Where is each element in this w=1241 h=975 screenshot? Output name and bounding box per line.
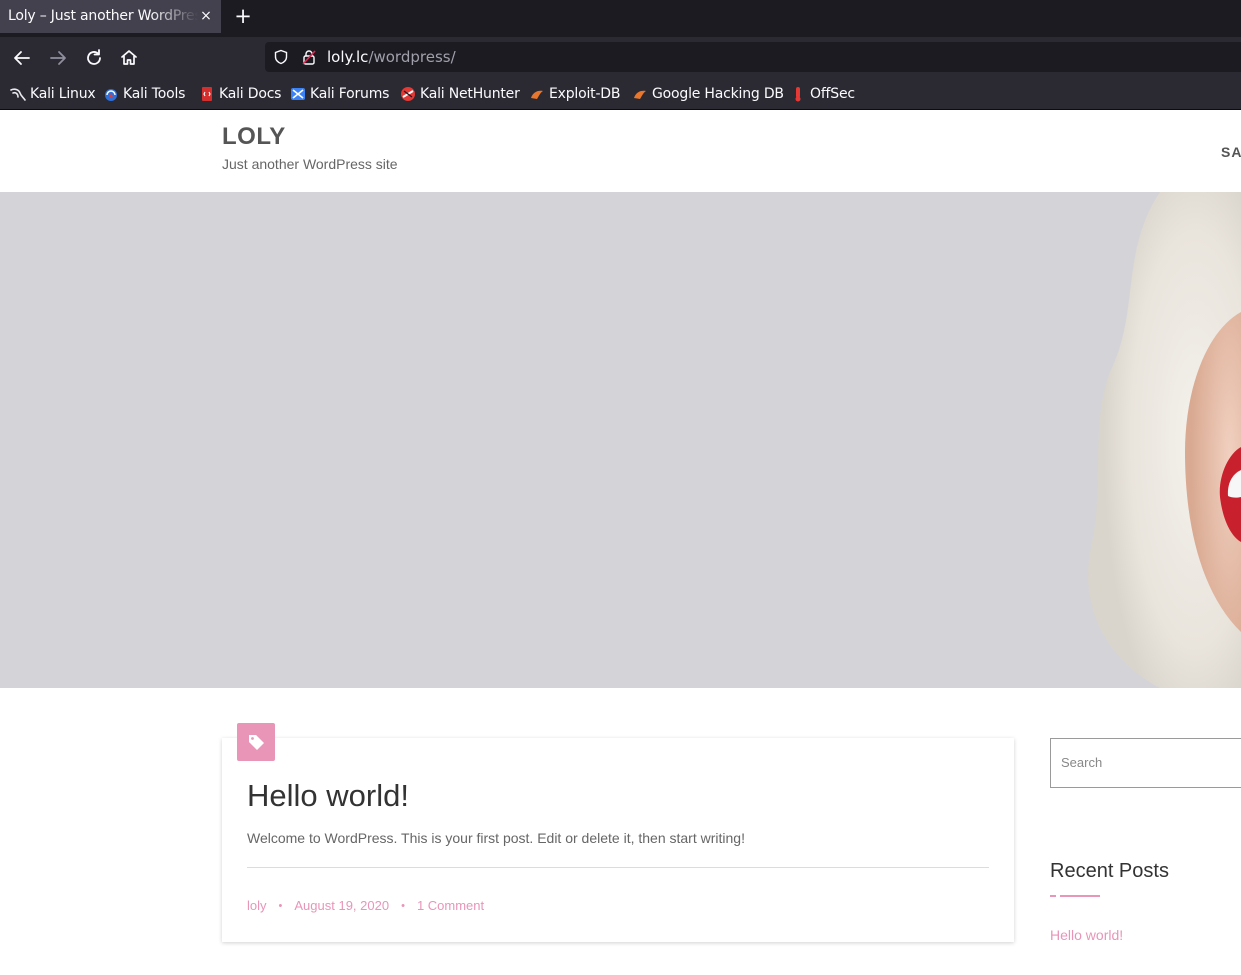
site-title[interactable]: LOLY <box>222 123 286 151</box>
nethunter-icon <box>401 87 415 101</box>
meta-separator: • <box>401 899 405 912</box>
insecure-lock-icon[interactable] <box>302 49 316 65</box>
post-title[interactable]: Hello world! <box>247 778 409 814</box>
post-format-tag-icon <box>237 723 275 761</box>
tracking-shield-icon[interactable] <box>273 49 289 65</box>
bookmark-label: Kali Tools <box>123 86 186 102</box>
reload-icon[interactable] <box>81 45 107 71</box>
recent-post-link[interactable]: Hello world! <box>1050 927 1123 943</box>
post-comments-link[interactable]: 1 Comment <box>417 898 484 913</box>
browser-tab-strip: Loly – Just another WordPress site × + <box>0 0 1241 37</box>
tag-icon <box>249 735 264 750</box>
bookmarks-toolbar: Kali Linux Kali Tools Kali Docs Kali For… <box>0 79 1241 110</box>
bookmark-google-hacking-db[interactable]: Google Hacking DB <box>632 85 784 103</box>
bookmark-label: Kali Forums <box>310 86 390 102</box>
bookmark-label: OffSec <box>810 86 855 102</box>
back-arrow-icon[interactable] <box>9 45 35 71</box>
recent-posts-title: Recent Posts <box>1050 860 1169 882</box>
bookmark-kali-nethunter[interactable]: Kali NetHunter <box>400 85 520 103</box>
hero-photo-face <box>1088 192 1241 688</box>
bookmark-label: Kali NetHunter <box>420 86 520 102</box>
search-input[interactable] <box>1061 755 1241 770</box>
widget-title-underline <box>1060 895 1100 897</box>
offsec-icon <box>795 87 801 102</box>
post-author-link[interactable]: loly <box>247 898 267 913</box>
browser-tab-active[interactable]: Loly – Just another WordPress site × <box>0 0 221 33</box>
bookmark-offsec[interactable]: OffSec <box>790 85 855 103</box>
bookmark-label: Kali Linux <box>30 86 96 102</box>
kali-forums-icon <box>291 88 305 100</box>
bookmark-label: Kali Docs <box>219 86 282 102</box>
site-description: Just another WordPress site <box>222 156 398 172</box>
navigation-toolbar: loly.lc/wordpress/ <box>0 37 1241 79</box>
meta-separator: • <box>278 899 283 912</box>
nav-menu-item[interactable]: SA <box>1221 144 1241 160</box>
bookmark-kali-docs[interactable]: Kali Docs <box>199 85 281 103</box>
url-text: loly.lc/wordpress/ <box>327 48 456 66</box>
url-path: /wordpress/ <box>368 48 456 66</box>
kali-tools-icon <box>105 89 117 101</box>
post-meta: loly • August 19, 2020 • 1 Comment <box>247 898 484 913</box>
kali-dragon-icon <box>10 88 26 101</box>
hero-header-image <box>0 192 1241 688</box>
ghdb-icon <box>634 90 646 99</box>
widget-title-underline <box>1050 895 1056 897</box>
post-excerpt: Welcome to WordPress. This is your first… <box>247 830 745 846</box>
exploit-db-icon <box>531 90 543 99</box>
url-host: loly.lc <box>327 48 369 66</box>
bookmark-label: Exploit-DB <box>549 86 621 102</box>
home-icon[interactable] <box>116 45 142 71</box>
tab-title-fade <box>150 0 198 33</box>
sidebar-search[interactable] <box>1050 738 1241 788</box>
kali-docs-icon <box>202 87 212 101</box>
tab-close-icon[interactable]: × <box>199 6 213 26</box>
bookmark-kali-forums[interactable]: Kali Forums <box>290 85 389 103</box>
web-page: LOLY Just another WordPress site SA Hell… <box>0 110 1241 975</box>
forward-arrow-icon[interactable] <box>45 45 71 71</box>
post-date-link[interactable]: August 19, 2020 <box>294 898 389 913</box>
bookmark-kali-linux[interactable]: Kali Linux <box>10 85 96 103</box>
url-bar[interactable]: loly.lc/wordpress/ <box>265 42 1241 72</box>
bookmark-label: Google Hacking DB <box>652 86 784 102</box>
new-tab-icon[interactable]: + <box>232 5 254 27</box>
bookmark-kali-tools[interactable]: Kali Tools <box>103 85 185 103</box>
post-divider <box>247 867 989 868</box>
post-card: Hello world! Welcome to WordPress. This … <box>222 738 1014 942</box>
bookmark-exploit-db[interactable]: Exploit-DB <box>529 85 620 103</box>
